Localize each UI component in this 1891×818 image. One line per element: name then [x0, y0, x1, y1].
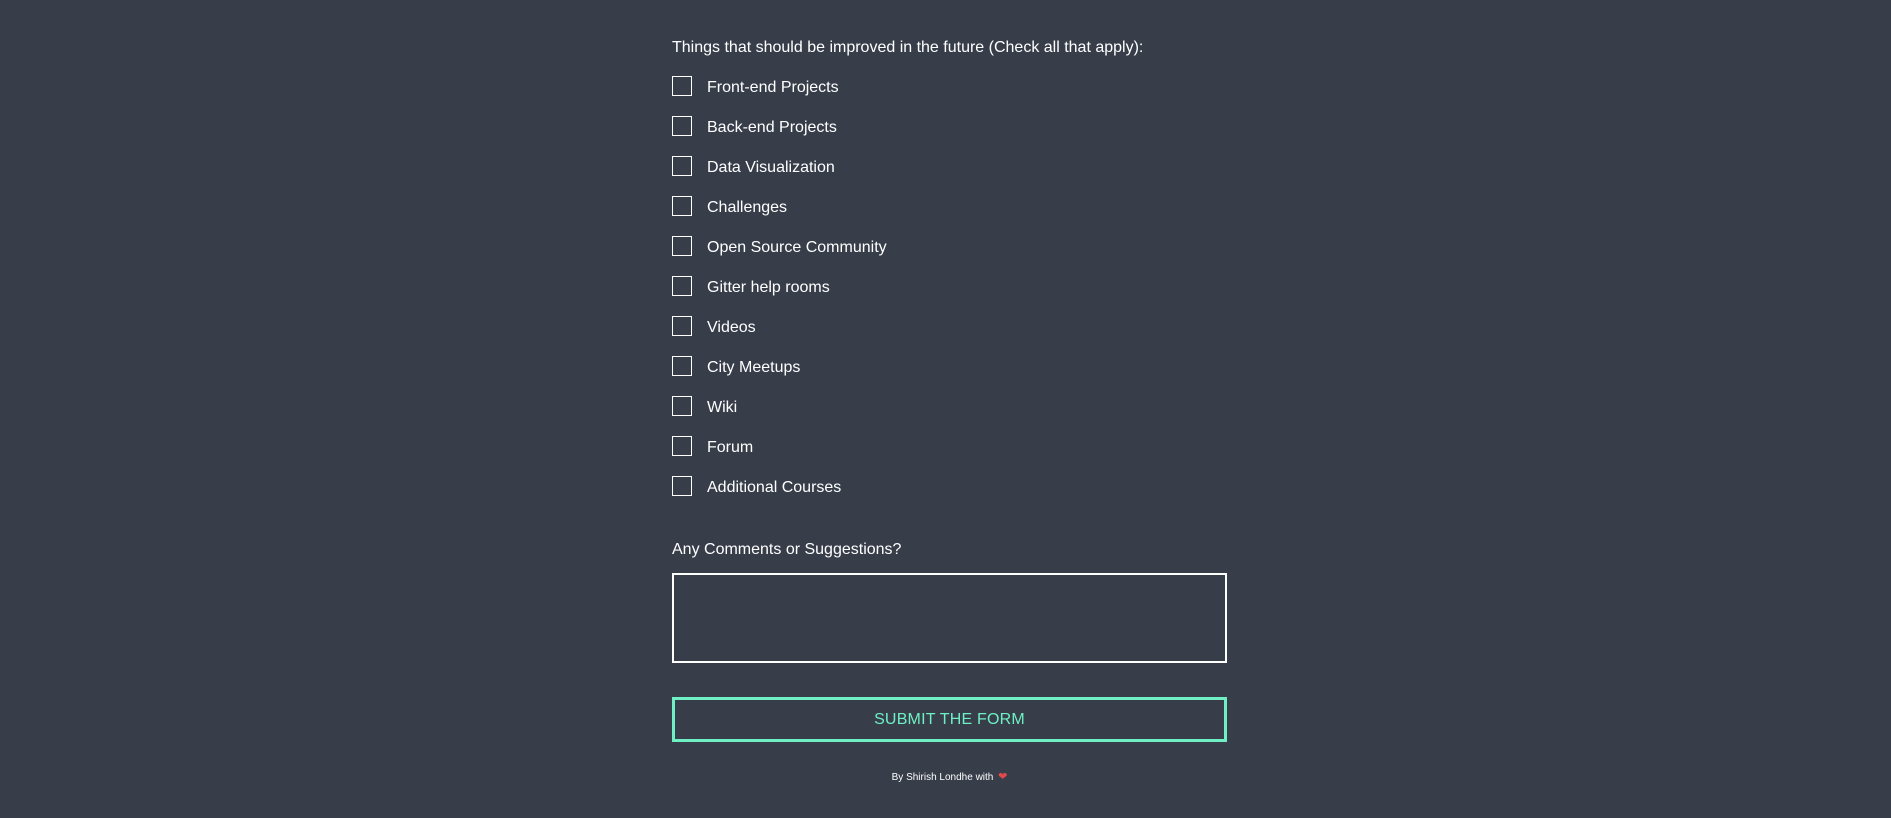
footer-text: By Shirish Londhe with — [891, 772, 994, 783]
checkbox-item-challenges[interactable]: Challenges — [672, 196, 887, 236]
checkbox-item-videos[interactable]: Videos — [672, 316, 887, 356]
checkbox-forum[interactable] — [672, 436, 692, 456]
checkbox-back-end[interactable] — [672, 116, 692, 136]
checkbox-label[interactable]: Back-end Projects — [707, 118, 837, 138]
checkbox-item-additional-courses[interactable]: Additional Courses — [672, 476, 887, 516]
checkbox-item-city-meetups[interactable]: City Meetups — [672, 356, 887, 396]
checkbox-item-forum[interactable]: Forum — [672, 436, 887, 476]
checkbox-item-data-visualization[interactable]: Data Visualization — [672, 156, 887, 196]
improve-checkbox-list: Front-end Projects Back-end Projects Dat… — [672, 76, 887, 516]
checkbox-label[interactable]: Additional Courses — [707, 478, 841, 498]
submit-button[interactable]: SUBMIT THE FORM — [672, 697, 1227, 742]
checkbox-challenges[interactable] — [672, 196, 692, 216]
improve-question-label: Things that should be improved in the fu… — [672, 39, 1144, 56]
checkbox-wiki[interactable] — [672, 396, 692, 416]
checkbox-label[interactable]: Wiki — [707, 398, 737, 418]
checkbox-videos[interactable] — [672, 316, 692, 336]
checkbox-label[interactable]: Data Visualization — [707, 158, 835, 178]
heart-icon: ❤ — [998, 771, 1008, 783]
checkbox-item-open-source[interactable]: Open Source Community — [672, 236, 887, 276]
checkbox-label[interactable]: Videos — [707, 318, 756, 338]
checkbox-additional-courses[interactable] — [672, 476, 692, 496]
footer: By Shirish Londhe with ❤ — [672, 770, 1227, 783]
checkbox-data-visualization[interactable] — [672, 156, 692, 176]
checkbox-label[interactable]: Challenges — [707, 198, 787, 218]
checkbox-city-meetups[interactable] — [672, 356, 692, 376]
checkbox-gitter[interactable] — [672, 276, 692, 296]
checkbox-label[interactable]: Forum — [707, 438, 753, 458]
comments-textarea[interactable] — [672, 573, 1227, 663]
checkbox-item-wiki[interactable]: Wiki — [672, 396, 887, 436]
checkbox-label[interactable]: Front-end Projects — [707, 78, 839, 98]
checkbox-label[interactable]: City Meetups — [707, 358, 800, 378]
comments-label: Any Comments or Suggestions? — [672, 541, 902, 558]
checkbox-label[interactable]: Open Source Community — [707, 238, 887, 258]
checkbox-open-source[interactable] — [672, 236, 692, 256]
checkbox-item-back-end[interactable]: Back-end Projects — [672, 116, 887, 156]
checkbox-front-end[interactable] — [672, 76, 692, 96]
checkbox-item-gitter[interactable]: Gitter help rooms — [672, 276, 887, 316]
checkbox-item-front-end[interactable]: Front-end Projects — [672, 76, 887, 116]
checkbox-label[interactable]: Gitter help rooms — [707, 278, 830, 298]
